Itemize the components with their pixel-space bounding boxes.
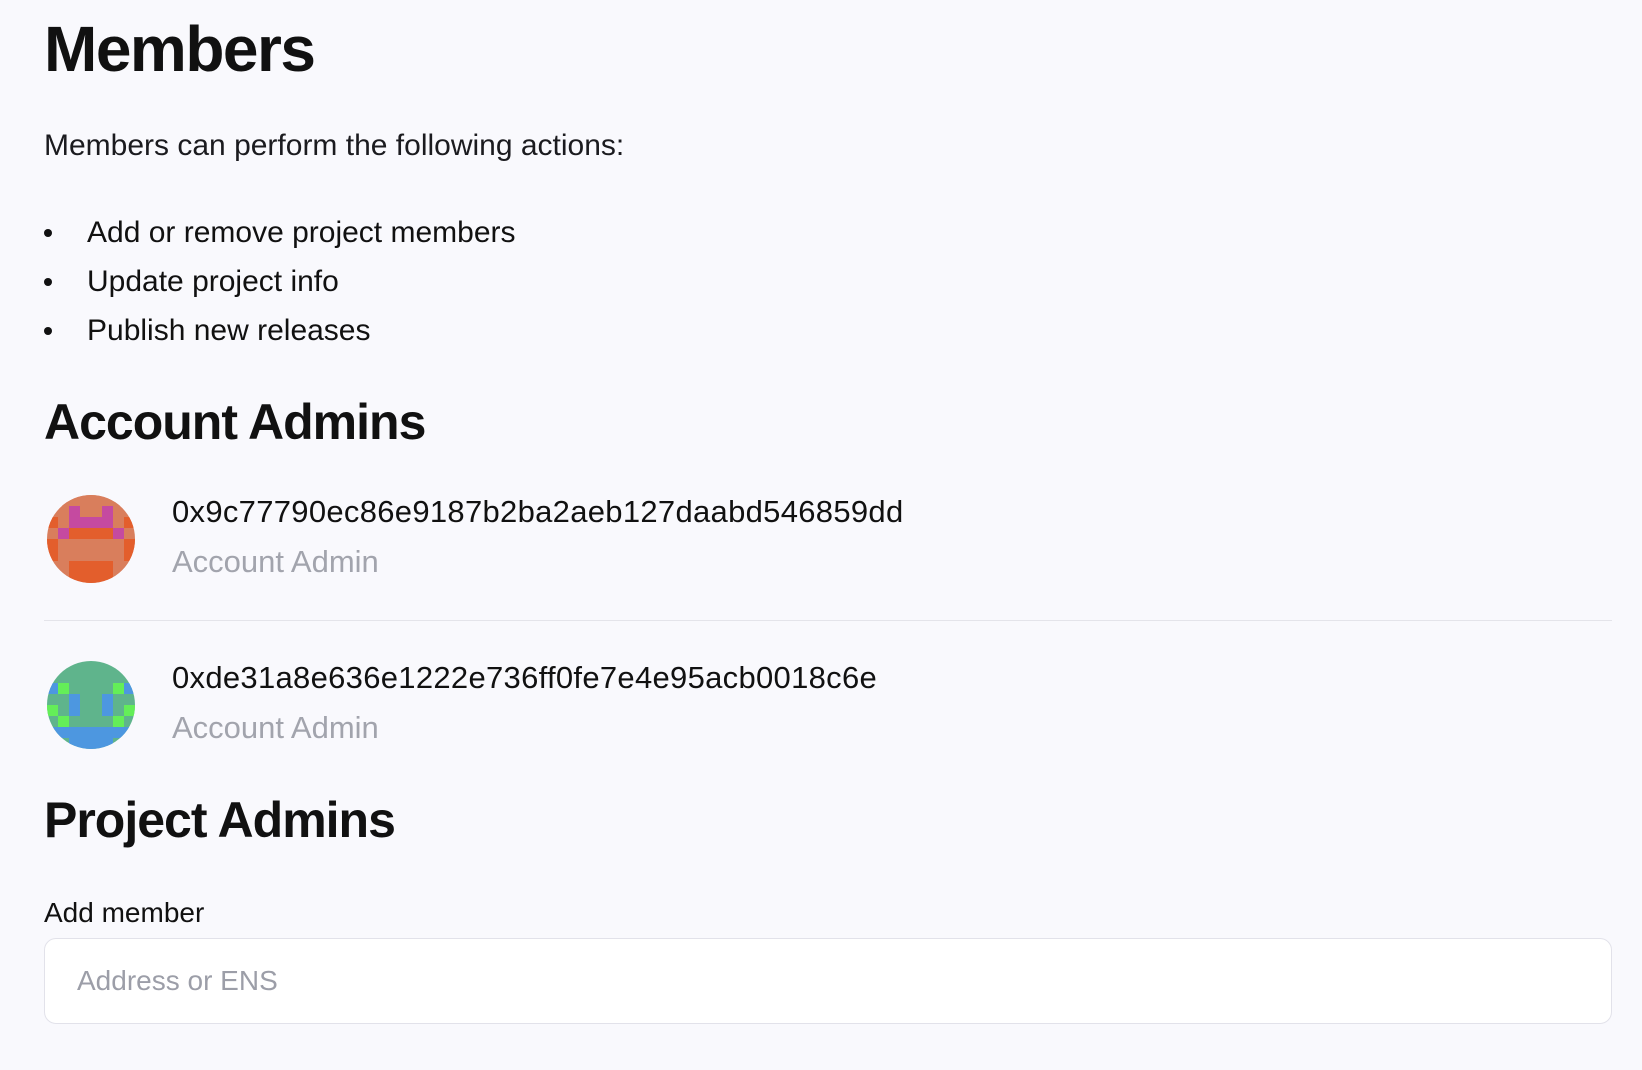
action-label: Add or remove project members (87, 216, 516, 249)
list-item: Publish new releases (44, 306, 516, 355)
members-intro: Members can perform the following action… (44, 129, 625, 162)
member-address: 0xde31a8e636e1222e736ff0fe7e4e95acb0018c… (172, 660, 878, 695)
action-label: Publish new releases (87, 314, 371, 347)
member-role: Account Admin (172, 710, 379, 745)
members-page: Members Members can perform the followin… (0, 0, 1642, 1070)
identicon-orange-icon (47, 495, 135, 583)
member-divider (44, 620, 1612, 621)
account-admins-heading: Account Admins (44, 394, 426, 450)
bullet-icon (44, 327, 52, 335)
action-label: Update project info (87, 265, 339, 298)
add-member-input[interactable] (44, 938, 1612, 1024)
add-member-label: Add member (44, 897, 205, 928)
list-item: Add or remove project members (44, 208, 516, 257)
project-admins-heading: Project Admins (44, 792, 396, 848)
member-address: 0x9c77790ec86e9187b2ba2aeb127daabd546859… (172, 494, 904, 529)
list-item: Update project info (44, 257, 516, 306)
bullet-icon (44, 229, 52, 237)
actions-list: Add or remove project members Update pro… (44, 208, 516, 355)
identicon-green-icon (47, 661, 135, 749)
bullet-icon (44, 278, 52, 286)
member-row: 0x9c77790ec86e9187b2ba2aeb127daabd546859… (44, 478, 1612, 598)
member-row: 0xde31a8e636e1222e736ff0fe7e4e95acb0018c… (44, 644, 1612, 764)
member-role: Account Admin (172, 544, 379, 579)
page-title: Members (44, 13, 316, 85)
